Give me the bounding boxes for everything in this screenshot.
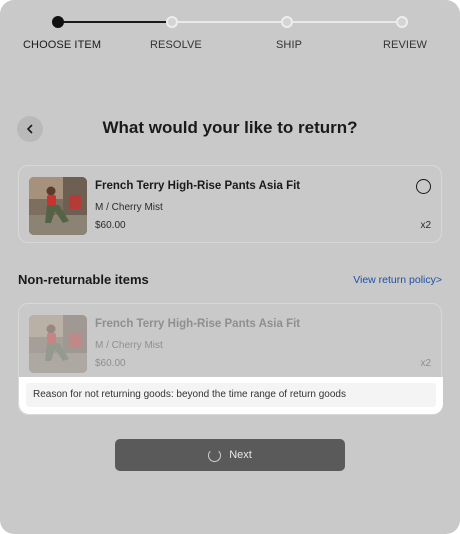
reason-text: Reason for not returning goods: beyond t… (26, 383, 436, 407)
step-connector (58, 21, 172, 23)
step-connector (172, 21, 287, 23)
product-quantity: x2 (420, 358, 431, 369)
return-policy-link[interactable]: View return policy> (353, 274, 442, 286)
product-variant: M / Cherry Mist (95, 340, 163, 351)
non-returnable-item-card: French Terry High-Rise Pants Asia Fit M … (18, 303, 443, 415)
returnable-item-card[interactable]: French Terry High-Rise Pants Asia Fit M … (18, 165, 442, 243)
product-image (29, 315, 87, 373)
select-item-radio[interactable] (416, 179, 431, 194)
product-variant: M / Cherry Mist (95, 202, 163, 213)
return-dialog: CHOOSE ITEM RESOLVE SHIP REVIEW What wou… (0, 0, 460, 534)
progress-stepper: CHOOSE ITEM RESOLVE SHIP REVIEW (0, 0, 460, 60)
step-dot-review (396, 16, 408, 28)
product-price: $60.00 (95, 358, 126, 369)
spinner-icon (208, 448, 222, 462)
product-image (29, 177, 87, 235)
next-button-label: Next (229, 449, 252, 461)
next-button[interactable]: Next (115, 439, 345, 471)
step-label-ship: SHIP (276, 39, 303, 51)
step-dot-choose-item (52, 16, 64, 28)
product-quantity: x2 (420, 220, 431, 231)
step-label-review: REVIEW (383, 39, 427, 51)
back-button[interactable] (17, 116, 43, 142)
chevron-left-icon (27, 124, 33, 134)
product-name: French Terry High-Rise Pants Asia Fit (95, 318, 301, 330)
non-returnable-reason: Reason for not returning goods: beyond t… (19, 377, 443, 414)
page-title: What would your like to return? (102, 118, 358, 137)
step-label-resolve: RESOLVE (150, 39, 202, 51)
step-label-choose-item: CHOOSE ITEM (23, 39, 102, 51)
step-dot-resolve (166, 16, 178, 28)
non-returnable-heading: Non-returnable items (18, 272, 149, 287)
step-dot-ship (281, 16, 293, 28)
product-price: $60.00 (95, 220, 126, 231)
product-name: French Terry High-Rise Pants Asia Fit (95, 180, 301, 192)
step-connector (287, 21, 402, 23)
